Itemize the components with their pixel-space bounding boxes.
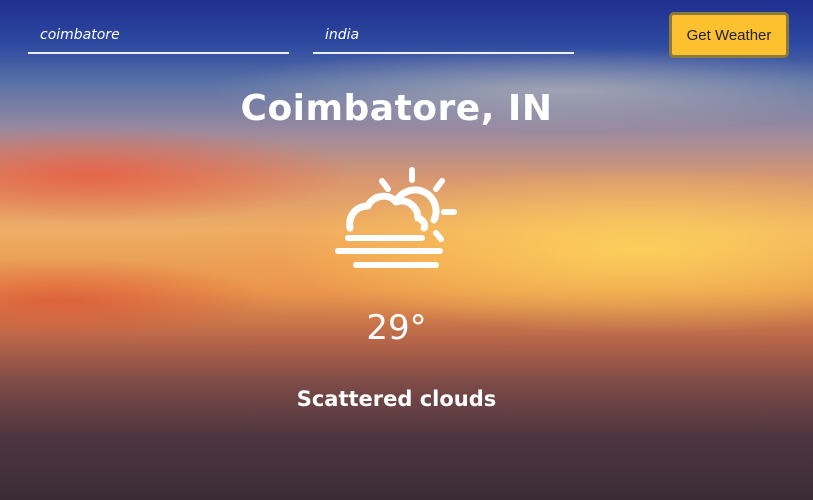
city-input[interactable] <box>28 22 289 48</box>
get-weather-button[interactable]: Get Weather <box>669 12 789 58</box>
location-title: Coimbatore, IN <box>240 88 553 129</box>
country-field[interactable] <box>313 22 574 54</box>
sun-behind-cloud-haze-icon <box>335 167 457 268</box>
country-input[interactable] <box>313 22 574 48</box>
weather-description: Scattered clouds <box>296 387 497 411</box>
city-field[interactable] <box>28 22 289 54</box>
temperature-value: 29° <box>366 308 427 348</box>
